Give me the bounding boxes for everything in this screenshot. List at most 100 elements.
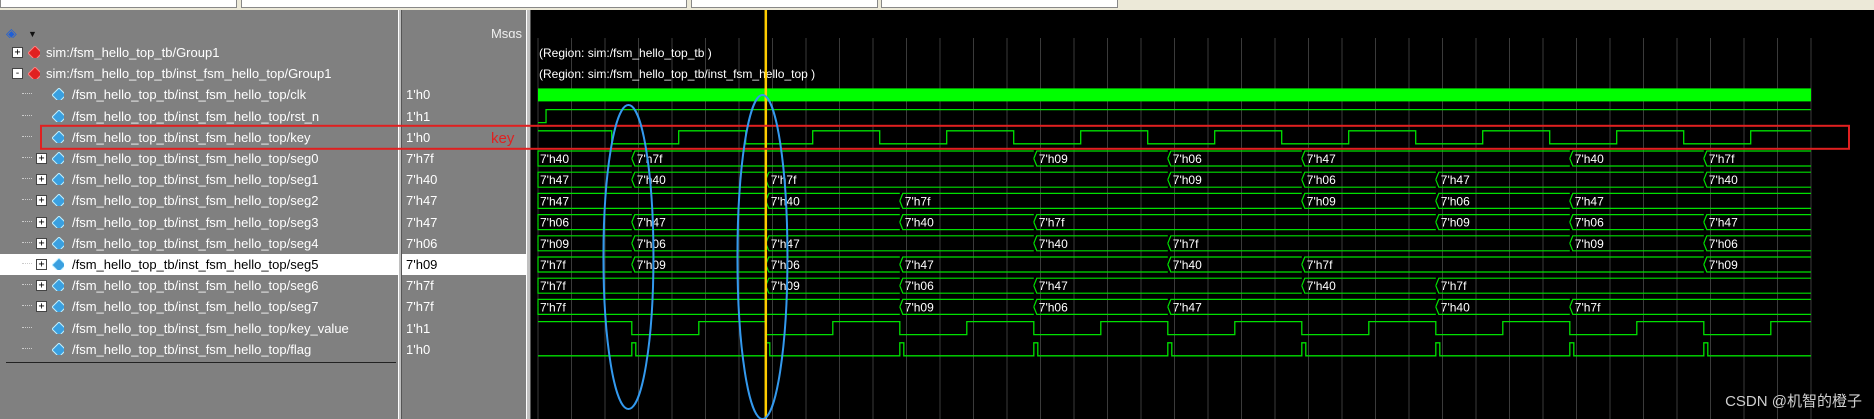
group-diamond-icon xyxy=(28,46,40,58)
seg1-bus-value: 7'h09 xyxy=(1173,173,1202,187)
expand-icon[interactable]: + xyxy=(36,237,47,249)
signal-diamond-icon xyxy=(52,279,64,292)
expand-icon[interactable]: + xyxy=(36,280,47,292)
seg4-bus-value: 7'h09 xyxy=(540,237,569,251)
signal-row[interactable]: + /fsm_hello_top_tb/inst_fsm_hello_top/se… xyxy=(0,169,398,190)
signal-name-pane[interactable]: + sim:/fsm_hello_top_tb/Group1 - sim:/fsm_h… xyxy=(0,38,400,419)
signal-name: /fsm_hello_top_tb/inst_fsm_hello_top/seg… xyxy=(72,193,319,209)
signal-row[interactable]: /fsm_hello_top_tb/inst_fsm_hello_top/key xyxy=(0,127,398,148)
signal-name: sim:/fsm_hello_top_tb/Group1 xyxy=(46,45,220,60)
signal-row[interactable]: + /fsm_hello_top_tb/inst_fsm_hello_top/se… xyxy=(0,275,398,296)
signal-diamond-icon xyxy=(52,342,64,355)
seg0-bus-value: 7'h7f xyxy=(637,152,663,166)
pane-splitter[interactable] xyxy=(398,10,402,419)
expand-icon[interactable]: + xyxy=(36,195,47,207)
seg5-bus-value: 7'h7f xyxy=(540,258,566,272)
expand-icon[interactable]: + xyxy=(36,174,47,186)
toolbar-field[interactable] xyxy=(881,0,1118,8)
seg6-bus-value: 7'h7f xyxy=(540,279,566,293)
seg4-bus-value: 7'h47 xyxy=(771,237,800,251)
seg7-bus-edge xyxy=(1569,306,1811,315)
signal-value: 7'h7f xyxy=(406,151,434,166)
signal-value: 7'h47 xyxy=(406,214,438,230)
signal-diamond-icon xyxy=(52,215,64,228)
seg5-bus-value: 7'h09 xyxy=(1709,258,1738,272)
expand-icon[interactable]: + xyxy=(36,259,47,270)
seg7-bus-value: 7'h40 xyxy=(1441,300,1470,314)
tree-connector xyxy=(22,284,32,286)
signal-value: 1'h0 xyxy=(406,87,431,103)
signal-diamond-icon xyxy=(52,173,64,186)
toolbar-field[interactable] xyxy=(241,0,687,8)
seg1-bus-value: 7'h47 xyxy=(540,173,569,187)
seg1-bus-value: 7'h47 xyxy=(1441,173,1470,187)
seg2-bus-value: 7'h09 xyxy=(1307,194,1336,208)
signal-diamond-icon xyxy=(52,300,64,313)
expand-icon[interactable]: + xyxy=(36,216,47,228)
signal-row[interactable]: + /fsm_hello_top_tb/inst_fsm_hello_top/se… xyxy=(0,190,398,211)
expand-icon[interactable]: + xyxy=(36,301,47,313)
seg6-bus-value: 7'h09 xyxy=(771,279,800,293)
signal-row[interactable]: + sim:/fsm_hello_top_tb/Group1 xyxy=(0,42,398,63)
waveform-pane[interactable]: (Region: sim:/fsm_hello_top_tb ) (Region:… xyxy=(40,10,1874,419)
seg7-bus-value: 7'h7f xyxy=(1575,300,1601,314)
seg3-bus-value: 7'h40 xyxy=(905,216,934,230)
signal-row[interactable]: /fsm_hello_top_tb/inst_fsm_hello_top/fla… xyxy=(0,339,398,360)
seg5-bus-value: 7'h7f xyxy=(1307,258,1333,272)
signal-value-pane[interactable]: 1'h0 1'h1 1'h0 7'h7f 7'h40 7'h47 7'h47 7'h06 7'h… xyxy=(400,38,530,419)
seg0-bus-value: 7'h09 xyxy=(1039,152,1068,166)
signal-diamond-icon xyxy=(52,109,64,122)
region-label: (Region: sim:/fsm_hello_top_tb/inst_fsm_… xyxy=(539,67,815,81)
toolbar-field[interactable] xyxy=(0,0,237,8)
tree-connector xyxy=(22,263,32,264)
seg7-bus-edge xyxy=(537,306,900,315)
wave-ruler-area xyxy=(531,10,1874,38)
seg4-bus-value: 7'h7f xyxy=(1173,237,1199,251)
signal-row[interactable]: + /fsm_hello_top_tb/inst_fsm_hello_top/se… xyxy=(0,254,398,275)
signal-name: /fsm_hello_top_tb/inst_fsm_hello_top/fla… xyxy=(72,341,312,357)
watermark: CSDN @机智的橙子 xyxy=(1725,393,1862,410)
seg3-bus-value: 7'h09 xyxy=(1441,216,1470,230)
seg2-bus-value: 7'h47 xyxy=(1575,194,1604,208)
tree-connector xyxy=(22,135,32,137)
tree-connector xyxy=(22,347,32,349)
seg5-bus-value: 7'h40 xyxy=(1173,258,1202,272)
signal-name: /fsm_hello_top_tb/inst_fsm_hello_top/key… xyxy=(72,320,349,336)
signal-row[interactable]: /fsm_hello_top_tb/inst_fsm_hello_top/key… xyxy=(0,318,398,339)
signal-name: /fsm_hello_top_tb/inst_fsm_hello_top/seg… xyxy=(72,278,319,294)
signal-name: /fsm_hello_top_tb/inst_fsm_hello_top/key xyxy=(72,129,311,145)
signal-value: 1'h0 xyxy=(406,341,431,357)
signal-name: /fsm_hello_top_tb/inst_fsm_hello_top/clk xyxy=(72,87,307,103)
signal-row[interactable]: /fsm_hello_top_tb/inst_fsm_hello_top/rst… xyxy=(0,106,398,127)
tree-connector xyxy=(22,305,32,307)
signal-value: 7'h09 xyxy=(402,254,530,275)
signal-diamond-icon xyxy=(52,152,64,164)
collapse-icon[interactable]: - xyxy=(12,68,23,80)
expand-icon[interactable]: + xyxy=(12,47,23,58)
seg7-bus-value: 7'h06 xyxy=(1039,300,1068,314)
expand-icon[interactable]: + xyxy=(36,153,47,164)
signal-row[interactable]: + /fsm_hello_top_tb/inst_fsm_hello_top/se… xyxy=(0,233,398,254)
seg0-bus-value: 7'h7f xyxy=(1709,152,1735,166)
signal-value: 1'h0 xyxy=(406,129,431,145)
signal-value: 7'h7f xyxy=(406,299,434,315)
toolbar-field[interactable] xyxy=(691,0,878,8)
seg3-bus-value: 7'h06 xyxy=(540,216,569,230)
seg4-bus-value: 7'h06 xyxy=(637,237,666,251)
signal-name: /fsm_hello_top_tb/inst_fsm_hello_top/rst… xyxy=(72,108,320,124)
signal-name: /fsm_hello_top_tb/inst_fsm_hello_top/seg… xyxy=(72,214,319,230)
signal-diamond-icon xyxy=(52,236,64,249)
signal-value: 7'h7f xyxy=(406,278,434,294)
tree-connector xyxy=(22,220,32,222)
signal-diamond-icon xyxy=(52,258,64,270)
signal-name: /fsm_hello_top_tb/inst_fsm_hello_top/seg… xyxy=(72,172,319,188)
signal-row[interactable]: /fsm_hello_top_tb/inst_fsm_hello_top/clk xyxy=(0,84,398,105)
signal-row[interactable]: + /fsm_hello_top_tb/inst_fsm_hello_top/se… xyxy=(0,296,398,317)
region-label: (Region: sim:/fsm_hello_top_tb ) xyxy=(539,46,712,60)
tree-connector xyxy=(22,157,32,158)
seg6-bus-value: 7'h06 xyxy=(905,279,934,293)
signal-row[interactable]: - sim:/fsm_hello_top_tb/inst_fsm_hello_to… xyxy=(0,63,398,84)
seg3-bus-value: 7'h06 xyxy=(1575,216,1604,230)
signal-row[interactable]: + /fsm_hello_top_tb/inst_fsm_hello_top/se… xyxy=(0,148,398,169)
signal-row[interactable]: + /fsm_hello_top_tb/inst_fsm_hello_top/se… xyxy=(0,212,398,233)
